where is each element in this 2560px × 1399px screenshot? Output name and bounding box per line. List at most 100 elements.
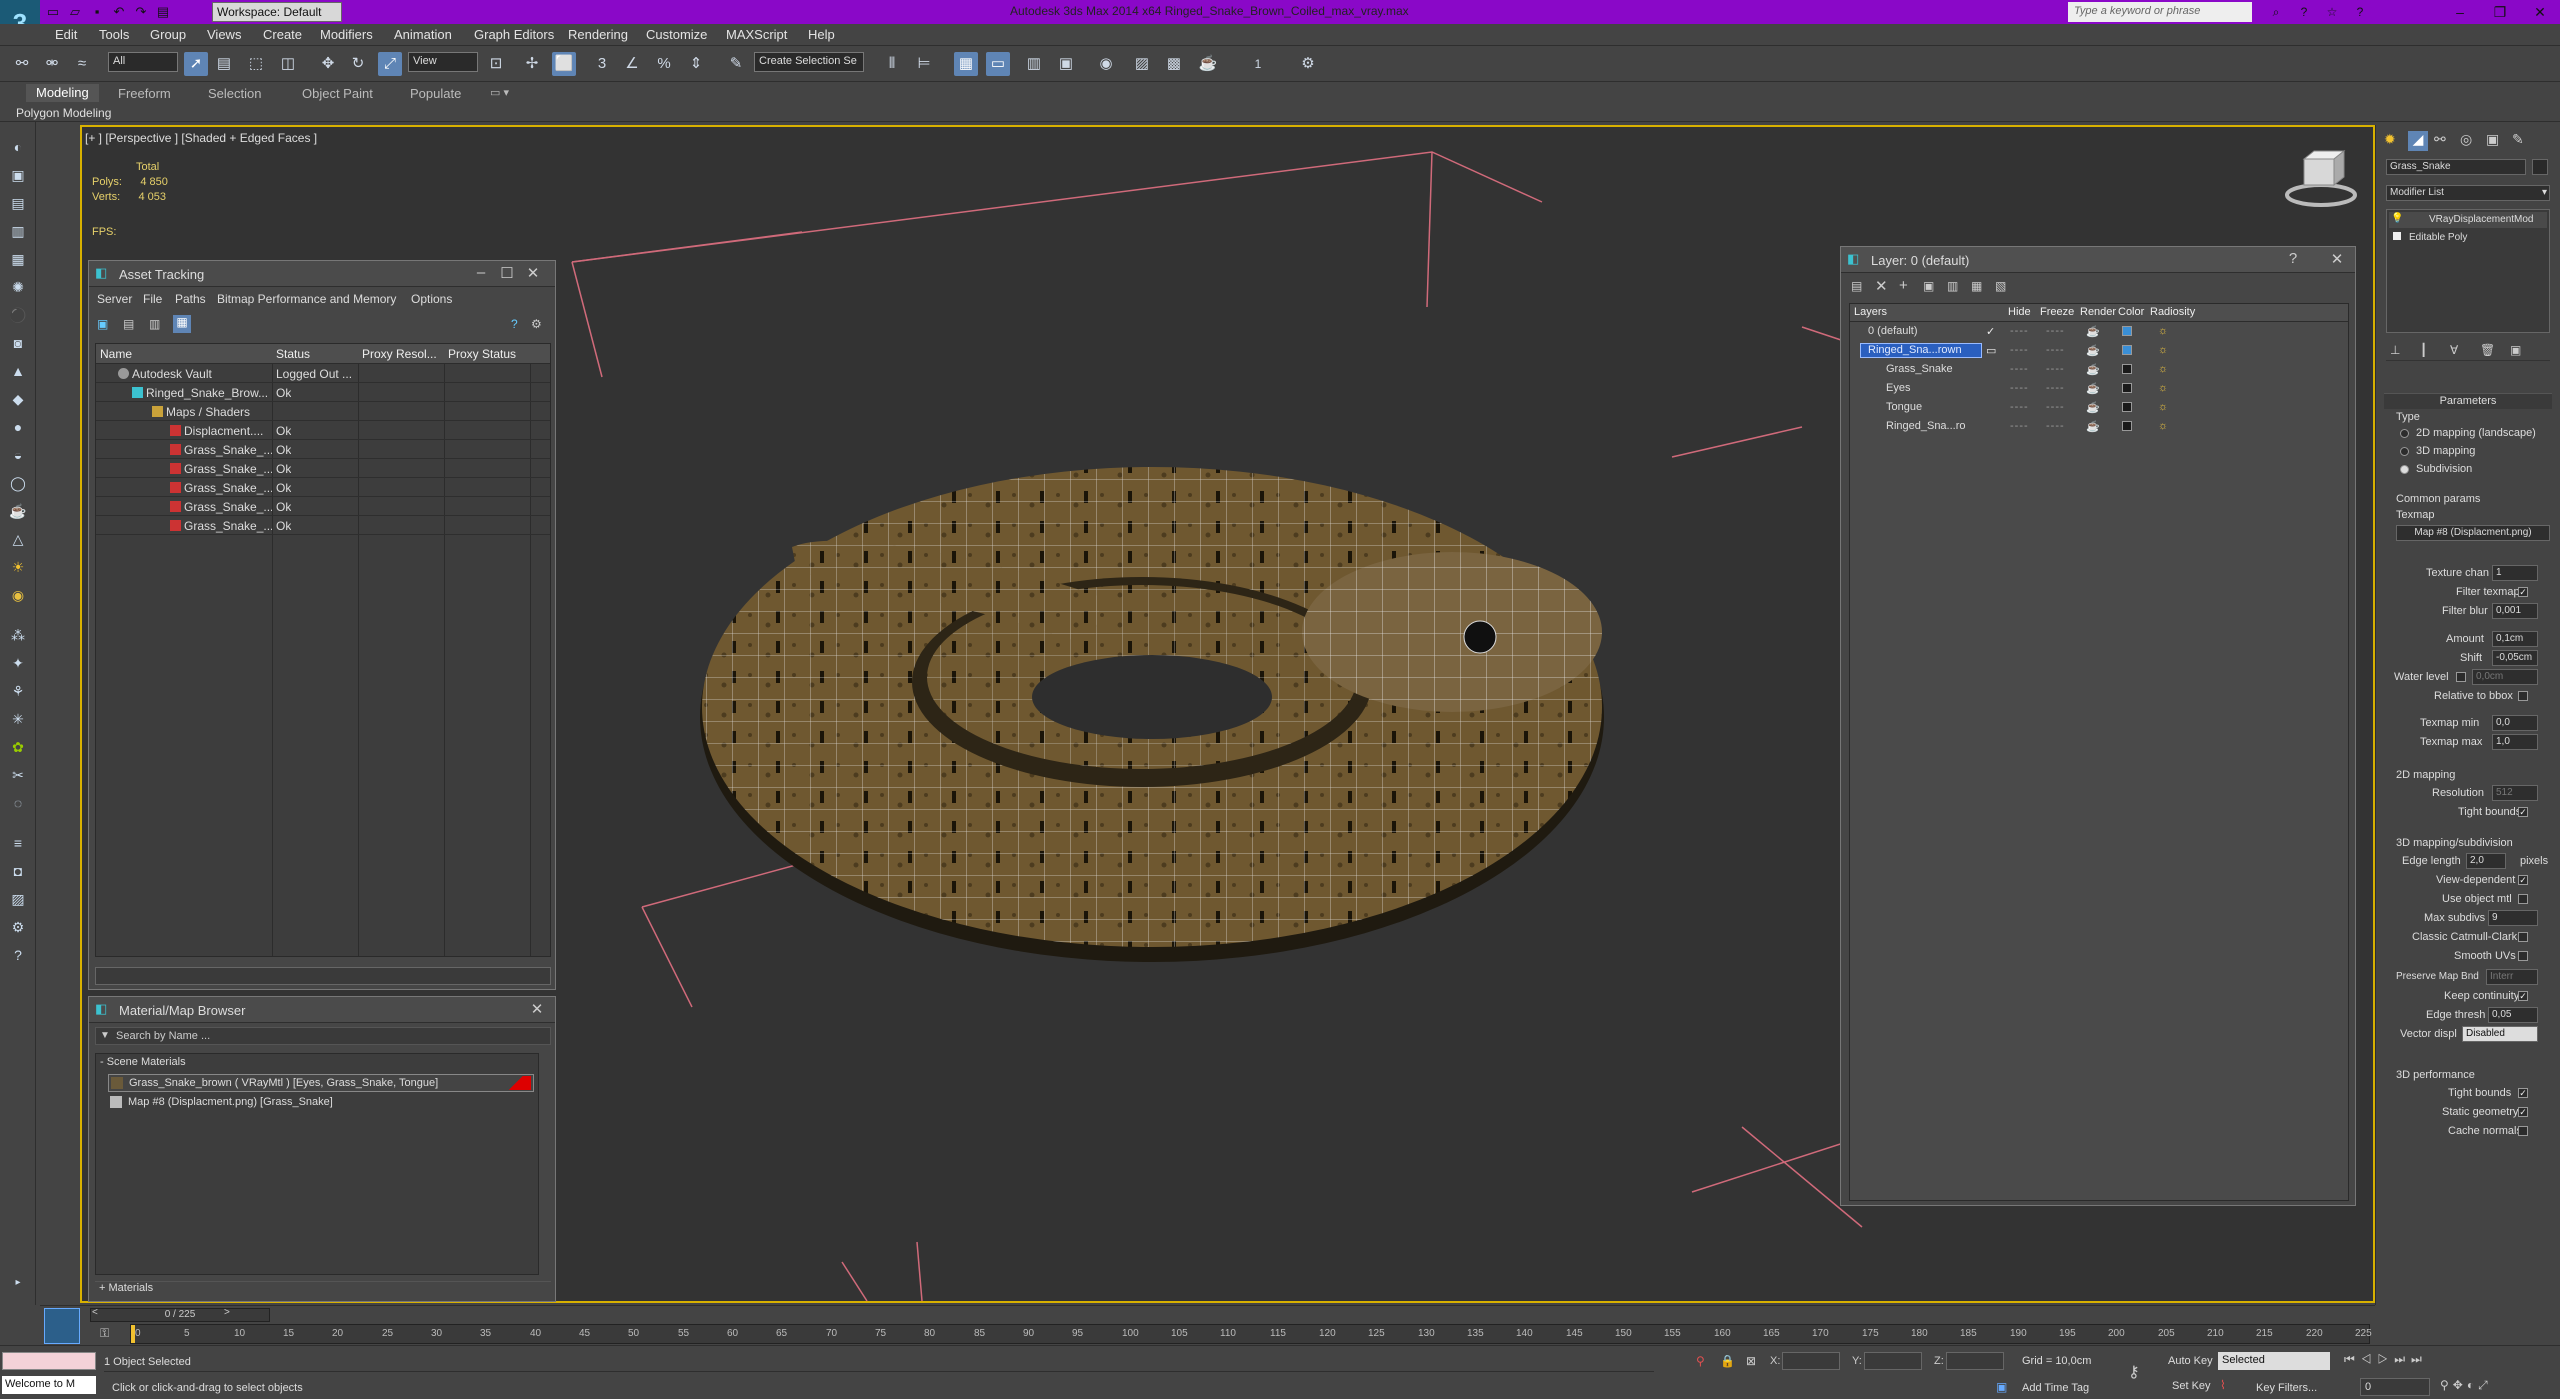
hair-tool-icon[interactable]: ✂ bbox=[6, 764, 30, 786]
selection-lock-icon[interactable]: 🔒 bbox=[1720, 1354, 1735, 1368]
make-unique-icon[interactable]: ∀ bbox=[2450, 343, 2458, 357]
close-icon[interactable]: ✕ bbox=[2327, 250, 2347, 270]
layer-color-swatch[interactable] bbox=[2122, 364, 2132, 374]
layer-row[interactable]: Eyes ---- ---- ☕ ☼ bbox=[1850, 379, 2348, 398]
sphere-tool-icon[interactable]: ● bbox=[6, 416, 30, 438]
hide-toggle[interactable]: ---- bbox=[2010, 325, 2029, 337]
tab-modeling[interactable]: Modeling bbox=[26, 84, 99, 102]
materials-group[interactable]: + Materials bbox=[95, 1281, 551, 1297]
select-objects-icon[interactable]: ▣ bbox=[1923, 279, 1934, 293]
amount-input[interactable]: 0,1cm bbox=[2492, 631, 2538, 647]
z-coordinate-field[interactable] bbox=[1946, 1352, 2004, 1370]
col-render[interactable]: Render bbox=[2080, 306, 2116, 318]
camera-tool-icon[interactable]: ◙ bbox=[6, 332, 30, 354]
set-key-button[interactable]: Set Key bbox=[2172, 1380, 2211, 1392]
asset-menu-server[interactable]: Server bbox=[97, 292, 132, 306]
auto-key-button[interactable]: Auto Key bbox=[2168, 1355, 2213, 1367]
hide-toggle[interactable]: ---- bbox=[2010, 363, 2029, 375]
current-frame-marker[interactable] bbox=[131, 1325, 135, 1343]
freeze-toggle[interactable]: ---- bbox=[2046, 325, 2065, 337]
filter-blur-input[interactable]: 0,001 bbox=[2492, 603, 2538, 619]
col-proxy-resolution[interactable]: Proxy Resol... bbox=[362, 347, 437, 361]
absolute-mode-icon[interactable]: ⊠ bbox=[1746, 1354, 1756, 1368]
create-tab-icon[interactable]: ✹ bbox=[2384, 131, 2396, 148]
spinner-snap-icon[interactable]: ⇕ bbox=[684, 52, 708, 76]
minimize-icon[interactable]: – bbox=[471, 264, 491, 284]
render-teapot-icon[interactable]: ☕ bbox=[2086, 420, 2100, 433]
layer-color-swatch[interactable] bbox=[2122, 402, 2132, 412]
workspace-dropdown[interactable]: Workspace: Default bbox=[212, 2, 342, 22]
radiosity-icon[interactable]: ☼ bbox=[2158, 420, 2168, 432]
water-level-input[interactable]: 0,0cm bbox=[2472, 669, 2538, 685]
window-crossing-icon[interactable]: ◫ bbox=[276, 52, 300, 76]
render-teapot-icon[interactable]: ☕ bbox=[2086, 344, 2100, 357]
hide-all-icon[interactable]: ▦ bbox=[1971, 279, 1982, 293]
redo-icon[interactable]: ↷ bbox=[132, 3, 150, 21]
key-curve-icon[interactable]: ⌇ bbox=[2220, 1378, 2226, 1392]
menu-customize[interactable]: Customize bbox=[646, 27, 707, 42]
space-warps-tool-icon[interactable]: ⚘ bbox=[6, 680, 30, 702]
mini-curve-editor-icon[interactable] bbox=[44, 1308, 80, 1344]
layer-color-swatch[interactable] bbox=[2122, 383, 2132, 393]
show-end-result-icon[interactable]: ┃ bbox=[2420, 343, 2427, 357]
tab-freeform[interactable]: Freeform bbox=[118, 86, 171, 101]
new-layer-icon[interactable]: ▤ bbox=[1851, 279, 1862, 293]
save-icon[interactable]: ▪ bbox=[88, 3, 106, 21]
systems-tool-icon[interactable]: ✳ bbox=[6, 708, 30, 730]
y-coordinate-field[interactable] bbox=[1864, 1352, 1922, 1370]
cache-normals-checkbox[interactable] bbox=[2518, 1126, 2528, 1136]
open-file-icon[interactable]: ▱ bbox=[66, 3, 84, 21]
freeze-toggle[interactable]: ---- bbox=[2046, 401, 2065, 413]
unlink-icon[interactable]: ⚮ bbox=[40, 52, 64, 76]
key-mode-icon[interactable]: ⚿ bbox=[100, 1326, 109, 1341]
col-name[interactable]: Name bbox=[100, 347, 132, 361]
box-tool-icon[interactable]: ▣ bbox=[6, 164, 30, 186]
scene-materials-group[interactable]: - Scene Materials bbox=[100, 1056, 186, 1068]
radiosity-icon[interactable]: ☼ bbox=[2158, 344, 2168, 356]
material-item[interactable]: Grass_Snake_brown ( VRayMtl ) [Eyes, Gra… bbox=[108, 1074, 534, 1092]
current-layer-check-icon[interactable]: ✓ bbox=[1986, 325, 1995, 338]
resolution-input[interactable]: 512 bbox=[2492, 785, 2538, 801]
time-slider[interactable]: 0 / 225 bbox=[90, 1308, 270, 1322]
use-object-mtl-checkbox[interactable] bbox=[2518, 894, 2528, 904]
asset-tracking-titlebar[interactable]: ◧ Asset Tracking – ☐ ✕ bbox=[89, 261, 555, 287]
render-teapot-icon[interactable]: ☕ bbox=[2086, 382, 2100, 395]
layer-explorer-icon[interactable]: ▦ bbox=[954, 52, 978, 76]
menu-help[interactable]: Help bbox=[808, 27, 835, 42]
render-production-icon[interactable]: ☕ bbox=[1196, 52, 1220, 76]
cloth-tool-icon[interactable]: ◌ bbox=[6, 792, 30, 814]
col-proxy-status[interactable]: Proxy Status bbox=[448, 347, 516, 361]
hide-toggle[interactable]: ---- bbox=[2010, 401, 2029, 413]
project-folder-icon[interactable]: ▤ bbox=[154, 3, 172, 21]
vray-frame-buffer-icon[interactable]: ⚙ bbox=[1296, 52, 1320, 76]
particles-tool-icon[interactable]: ⁂ bbox=[6, 624, 30, 646]
close-icon[interactable]: ✕ bbox=[2520, 0, 2560, 24]
help-icon[interactable]: ? bbox=[511, 317, 518, 331]
torus-tool-icon[interactable]: ◯ bbox=[6, 472, 30, 494]
remove-modifier-icon[interactable]: 🗑 bbox=[2480, 343, 2495, 357]
viewport-label[interactable]: [+ ] [Perspective ] [Shaded + Edged Face… bbox=[85, 131, 317, 145]
tight-bounds2-checkbox[interactable]: ✓ bbox=[2518, 1088, 2528, 1098]
settings-tool-icon[interactable]: ⚙ bbox=[6, 916, 30, 938]
mirror-icon[interactable]: ⫴ bbox=[880, 52, 904, 76]
type-3d-radio[interactable] bbox=[2400, 447, 2409, 456]
viewport-navigation-icons[interactable]: ⚲✥◐⤢ bbox=[2440, 1378, 2556, 1396]
set-key-icon[interactable]: ⚷ bbox=[2128, 1362, 2140, 1382]
ring-tool-icon[interactable]: ◉ bbox=[6, 584, 30, 606]
menu-views[interactable]: Views bbox=[207, 27, 241, 42]
select-object-icon[interactable]: ➚ bbox=[184, 52, 208, 76]
keyboard-shortcut-icon[interactable]: ⬜ bbox=[552, 52, 576, 76]
layer-color-swatch[interactable] bbox=[2122, 326, 2132, 336]
view-dependent-checkbox[interactable]: ✓ bbox=[2518, 875, 2528, 885]
new-file-icon[interactable]: ▭ bbox=[44, 3, 62, 21]
percent-snap-icon[interactable]: % bbox=[652, 52, 676, 76]
radiosity-icon[interactable]: ☼ bbox=[2158, 401, 2168, 413]
utilities-tab-icon[interactable]: ✎ bbox=[2512, 131, 2524, 148]
listener-output[interactable]: Welcome to M bbox=[2, 1376, 96, 1394]
light-tool-icon[interactable]: ✺ bbox=[6, 276, 30, 298]
tab-populate[interactable]: Populate bbox=[410, 86, 461, 101]
keep-continuity-checkbox[interactable]: ✓ bbox=[2518, 991, 2528, 1001]
bind-spacewarp-icon[interactable]: ≈ bbox=[70, 52, 94, 76]
hide-toggle[interactable]: ---- bbox=[2010, 344, 2029, 356]
table-row[interactable]: Grass_Snake_... Ok bbox=[96, 497, 550, 516]
